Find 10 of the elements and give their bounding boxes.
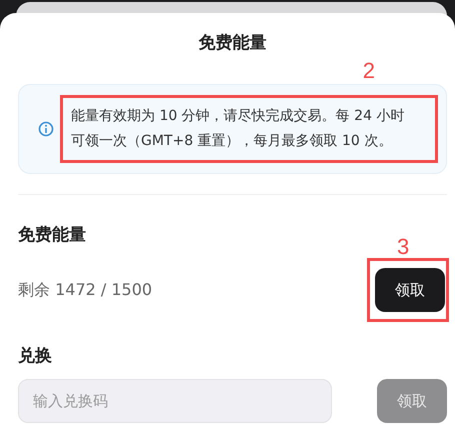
section-heading: 免费能量 (18, 224, 87, 246)
sheet-title: 免费能量 (198, 32, 268, 54)
remaining-count: 剩余 1472 / 1500 (18, 280, 152, 300)
redeem-code-field[interactable]: 输入兑换码 (18, 379, 332, 423)
section-heading: 兑换 (18, 345, 53, 367)
annotation-number: 3 (397, 236, 410, 258)
info-icon (38, 121, 54, 137)
claim-button[interactable]: 领取 (375, 268, 445, 312)
notice-text: 能量有效期为 10 分钟，请尽快完成交易。每 24 小时可领一次（GMT+8 重置），每月最多领取 10 次。 (71, 107, 406, 151)
annotation-number: 2 (362, 60, 375, 82)
